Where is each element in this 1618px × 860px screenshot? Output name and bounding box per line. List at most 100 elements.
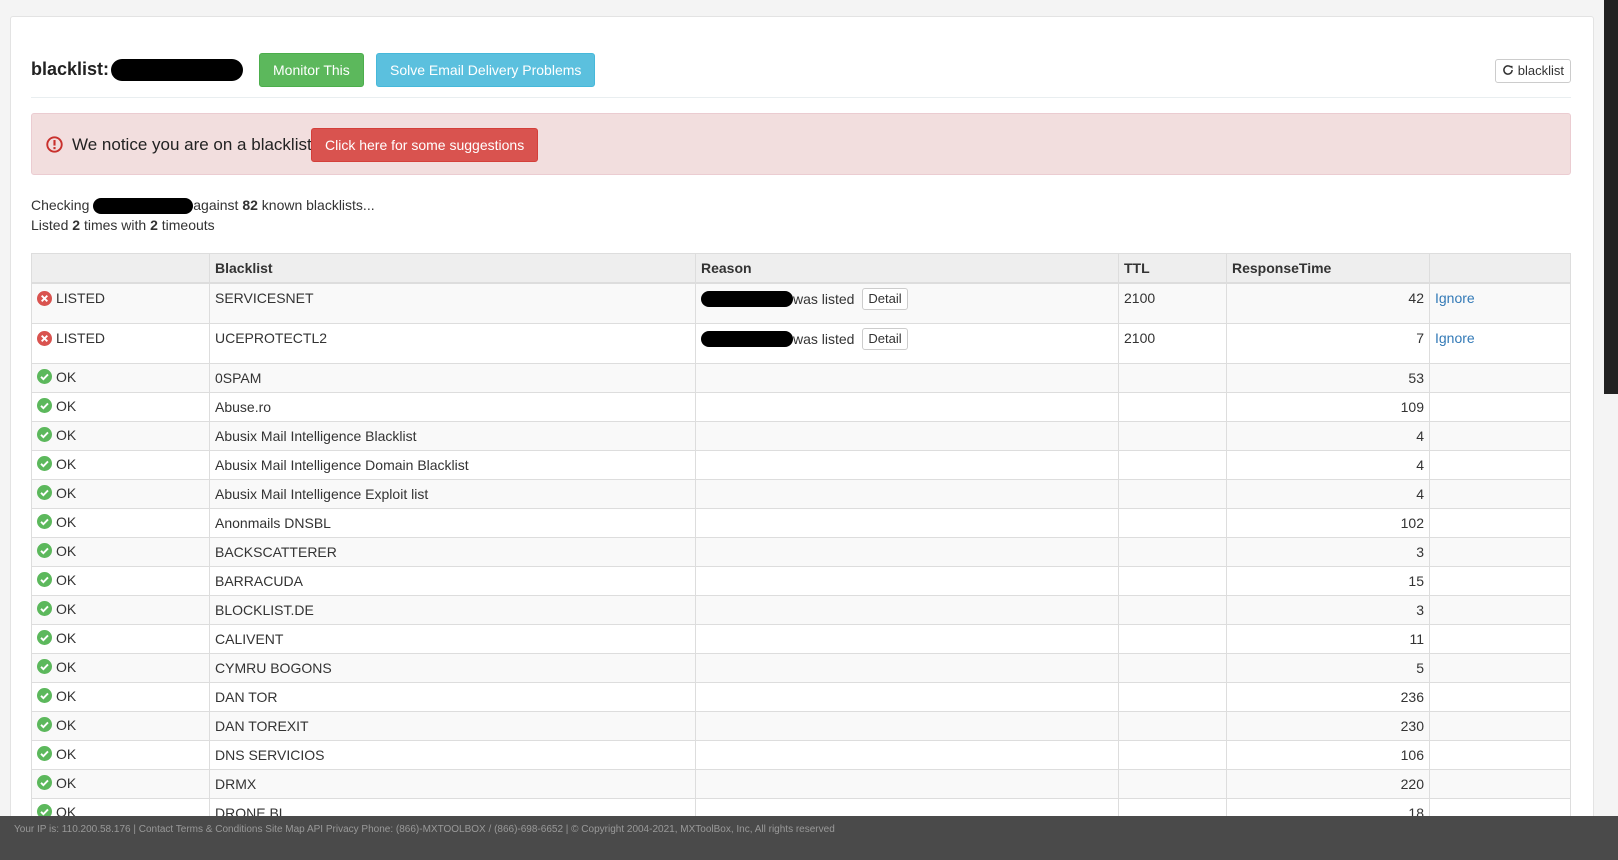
table-row: OK Abusix Mail Intelligence Blacklist 4 <box>31 421 1571 451</box>
ttl-value <box>1118 508 1227 538</box>
check-circle-icon <box>37 630 52 646</box>
checking-line: Checking against 82 known blacklists... <box>31 195 375 215</box>
ttl-value <box>1118 479 1227 509</box>
detail-button[interactable]: Detail <box>862 288 908 310</box>
listed-line: Listed 2 times with 2 timeouts <box>31 215 375 235</box>
status-cell: OK <box>31 653 210 683</box>
page-footer: Your IP is: 110.200.58.176 | Contact Ter… <box>0 816 1618 860</box>
response-time-value: 53 <box>1226 363 1430 393</box>
table-row: OK Abusix Mail Intelligence Domain Blackl… <box>31 450 1571 480</box>
ttl-value: 2100 <box>1118 323 1227 364</box>
table-row: OK CYMRU BOGONS 5 <box>31 653 1571 683</box>
scrollbar[interactable] <box>1604 0 1618 394</box>
table-row: LISTED SERVICESNET was listed Detail 210… <box>31 282 1571 324</box>
footer-text: Your IP is: 110.200.58.176 | Contact Ter… <box>14 824 835 835</box>
check-circle-icon <box>37 398 52 414</box>
exclamation-circle-icon <box>46 136 63 153</box>
status-text: OK <box>56 397 77 414</box>
suggestions-button[interactable]: Click here for some suggestions <box>311 128 539 162</box>
action-cell <box>1429 624 1571 654</box>
column-header-reason[interactable]: Reason <box>695 253 1119 284</box>
page-title: blacklist: <box>31 59 244 82</box>
action-cell <box>1429 769 1571 799</box>
redacted-domain <box>701 291 793 307</box>
reason-cell <box>695 711 1119 741</box>
detail-button[interactable]: Detail <box>862 328 908 350</box>
checking-word: Checking <box>31 197 90 213</box>
status-text: OK <box>56 571 77 588</box>
status-text: OK <box>56 687 77 704</box>
blacklist-alert: We notice you are on a blacklist. Click … <box>31 113 1571 175</box>
table-row: OK DAN TOREXIT 230 <box>31 711 1571 741</box>
response-time-value: 11 <box>1226 624 1430 654</box>
reason-cell <box>695 769 1119 799</box>
reason-cell <box>695 363 1119 393</box>
table-row: OK BARRACUDA 15 <box>31 566 1571 596</box>
blacklist-name: CALIVENT <box>209 624 696 654</box>
status-cell: OK <box>31 421 210 451</box>
ttl-value <box>1118 740 1227 770</box>
action-cell <box>1429 479 1571 509</box>
refresh-icon <box>1503 65 1513 75</box>
table-row: OK DNS SERVICIOS 106 <box>31 740 1571 770</box>
action-cell <box>1429 450 1571 480</box>
response-time-value: 5 <box>1226 653 1430 683</box>
known-blacklists-text: known blacklists... <box>261 197 375 213</box>
ttl-value <box>1118 421 1227 451</box>
ignore-link[interactable]: Ignore <box>1435 330 1475 346</box>
check-summary: Checking against 82 known blacklists... … <box>31 195 375 235</box>
ignore-link[interactable]: Ignore <box>1435 290 1475 306</box>
reason-cell <box>695 624 1119 654</box>
action-cell <box>1429 682 1571 712</box>
monitor-this-button[interactable]: Monitor This <box>259 53 364 87</box>
check-circle-icon <box>37 427 52 443</box>
column-header-response-time[interactable]: ResponseTime <box>1226 253 1430 284</box>
ttl-value <box>1118 595 1227 625</box>
status-text: OK <box>56 600 77 617</box>
refresh-blacklist-button[interactable]: blacklist <box>1495 59 1571 83</box>
ttl-value <box>1118 363 1227 393</box>
response-time-value: 3 <box>1226 537 1430 567</box>
reason-cell <box>695 421 1119 451</box>
response-time-value: 4 <box>1226 450 1430 480</box>
check-circle-icon <box>37 688 52 704</box>
action-cell <box>1429 508 1571 538</box>
check-circle-icon <box>37 543 52 559</box>
blacklist-name: UCEPROTECTL2 <box>209 323 696 364</box>
response-time-value: 106 <box>1226 740 1430 770</box>
solve-email-delivery-button[interactable]: Solve Email Delivery Problems <box>376 53 596 87</box>
status-cell: OK <box>31 508 210 538</box>
response-time-value: 4 <box>1226 421 1430 451</box>
blacklist-name: SERVICESNET <box>209 282 696 324</box>
ttl-value <box>1118 653 1227 683</box>
status-text: OK <box>56 368 77 385</box>
status-text: OK <box>56 658 77 675</box>
status-cell: OK <box>31 392 210 422</box>
ttl-value <box>1118 769 1227 799</box>
check-circle-icon <box>37 485 52 501</box>
status-cell: OK <box>31 740 210 770</box>
ttl-value <box>1118 566 1227 596</box>
blacklist-name: CYMRU BOGONS <box>209 653 696 683</box>
status-cell: OK <box>31 450 210 480</box>
status-cell: LISTED <box>31 282 210 324</box>
reason-cell <box>695 450 1119 480</box>
action-cell <box>1429 392 1571 422</box>
page-header: blacklist: Monitor This Solve Email Deli… <box>31 37 1571 98</box>
blacklist-name: DNS SERVICIOS <box>209 740 696 770</box>
response-time-value: 102 <box>1226 508 1430 538</box>
column-header-ttl[interactable]: TTL <box>1118 253 1227 284</box>
reason-cell <box>695 595 1119 625</box>
status-cell: OK <box>31 537 210 567</box>
blacklist-name: Abusix Mail Intelligence Blacklist <box>209 421 696 451</box>
alert-message: We notice you are on a blacklist. <box>72 135 317 154</box>
status-text: OK <box>56 484 77 501</box>
against-word: against <box>193 197 239 213</box>
reason-cell <box>695 653 1119 683</box>
x-circle-icon <box>37 290 52 306</box>
reason-cell <box>695 479 1119 509</box>
response-time-value: 7 <box>1226 323 1430 364</box>
reason-cell: was listed Detail <box>695 323 1119 364</box>
column-header-blacklist[interactable]: Blacklist <box>209 253 696 284</box>
status-text: OK <box>56 542 77 559</box>
